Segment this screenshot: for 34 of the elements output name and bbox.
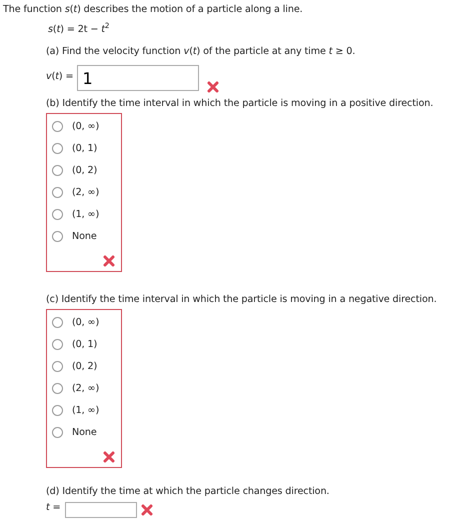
- radio-option[interactable]: None: [52, 425, 116, 440]
- answer-field[interactable]: 1: [77, 65, 200, 91]
- radio-button[interactable]: [52, 317, 63, 328]
- answer-label: v(t) =: [46, 71, 74, 83]
- radio-option[interactable]: (0, 1): [52, 337, 116, 352]
- radio-button[interactable]: [52, 427, 63, 438]
- equation-text: s(t) = 2t − t$^{2}$: [48, 24, 110, 36]
- radio-button[interactable]: [52, 187, 63, 198]
- radio-button[interactable]: [52, 361, 63, 372]
- radio-button[interactable]: [52, 121, 63, 132]
- radio-button[interactable]: [52, 165, 63, 176]
- answer-label: t =: [46, 502, 61, 514]
- radio-option[interactable]: (2, ∞): [52, 185, 116, 200]
- question-text: (c) Identify the time interval in which the particle is moving in a negative direction.: [46, 294, 438, 306]
- radio-option[interactable]: (1, ∞): [52, 403, 116, 418]
- radio-button[interactable]: [52, 339, 63, 350]
- intro-text: The function s(t) describes the motion of a particle along a line.: [3, 4, 304, 16]
- radio-button[interactable]: [52, 209, 63, 220]
- radio-option[interactable]: (0, 2): [52, 359, 116, 374]
- radio-option[interactable]: (0, 1): [52, 141, 116, 156]
- radio-option[interactable]: None: [52, 229, 116, 244]
- radio-button[interactable]: [52, 383, 63, 394]
- radio-option[interactable]: (2, ∞): [52, 381, 116, 396]
- radio-option[interactable]: (0, ∞): [52, 315, 116, 330]
- answer-field[interactable]: [64, 502, 137, 518]
- question-text: (d) Identify the time at which the particle changes direction.: [46, 486, 330, 498]
- radio-option[interactable]: (0, 2): [52, 163, 116, 178]
- radio-button[interactable]: [52, 231, 63, 242]
- question-text: (b) Identify the time interval in which the particle is moving in a positive direction.: [46, 98, 434, 110]
- radio-option[interactable]: (1, ∞): [52, 207, 116, 222]
- radio-button[interactable]: [52, 143, 63, 154]
- radio-option[interactable]: (0, ∞): [52, 119, 116, 134]
- question-text: (a) Find the velocity function v(t) of the particle at any time t ≥ 0.: [46, 46, 356, 58]
- radio-button[interactable]: [52, 405, 63, 416]
